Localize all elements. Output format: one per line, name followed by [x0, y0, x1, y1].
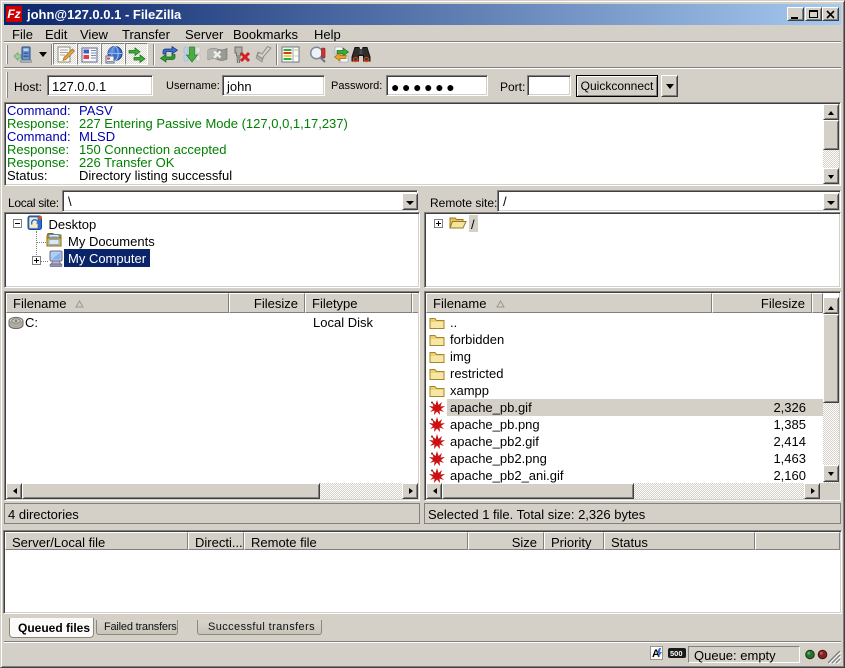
svg-text:500: 500 [670, 649, 683, 658]
